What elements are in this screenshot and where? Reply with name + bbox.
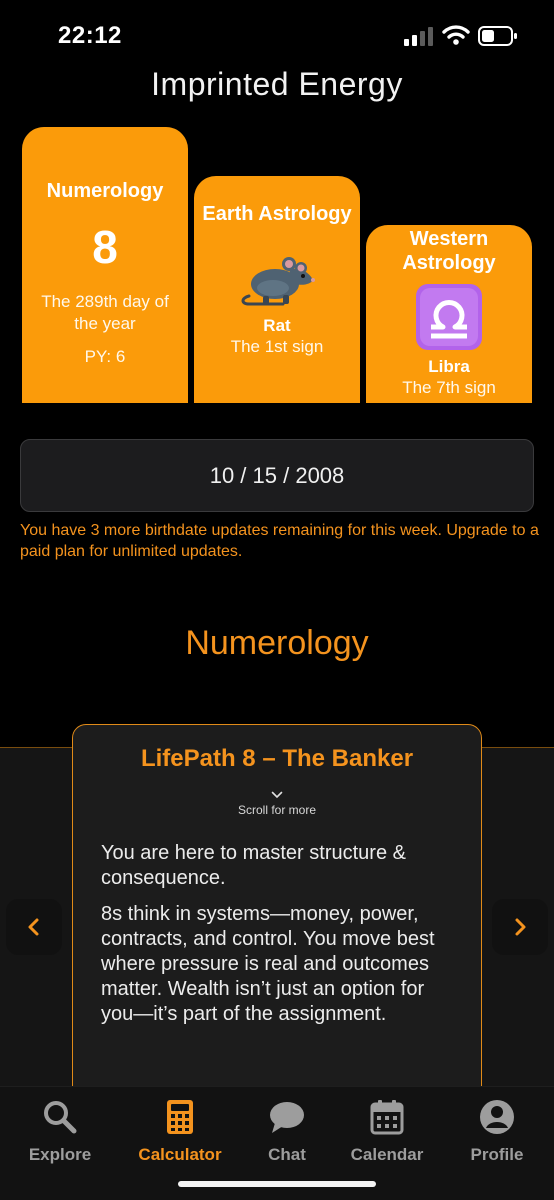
profile-icon [480,1100,514,1134]
numerology-number: 8 [92,221,118,273]
chat-icon [270,1102,304,1133]
western-astrology-title: Western Astrology [402,228,496,274]
numerology-card[interactable]: Numerology 8 The 289th day of the year P… [22,127,188,403]
chevron-down-icon [271,791,283,799]
tab-calculator[interactable]: Calculator [125,1099,235,1165]
personal-year-text: PY: 6 [84,347,126,366]
tab-label: Calculator [138,1145,222,1164]
numerology-section-title: Numerology [185,624,369,662]
tab-label: Profile [470,1145,524,1164]
cellular-signal-icon [404,27,433,46]
tab-profile[interactable]: Profile [442,1099,552,1165]
lifepath-paragraph: 8s think in systems—money, power, contra… [101,903,435,1025]
rat-icon [241,257,315,306]
calendar-icon [370,1100,404,1135]
lifepath-title: LifePath 8 – The Banker [140,745,414,772]
western-sign-position: The 7th sign [402,378,496,397]
tab-label: Chat [268,1145,306,1164]
update-limit-notice: You have 3 more birthdate updates remain… [20,522,539,560]
earth-astrology-title: Earth Astrology [202,203,352,225]
status-time: 22:12 [58,22,122,49]
scroll-hint: Scroll for more [237,803,317,817]
chevron-left-icon [28,918,39,936]
tab-label: Explore [28,1145,92,1164]
libra-icon [416,284,482,350]
next-button[interactable] [492,899,548,955]
numerology-card-title: Numerology [46,180,164,202]
tab-label: Calendar [350,1145,424,1164]
western-sign-name: Libra [428,357,470,376]
search-icon [44,1101,77,1134]
lifepath-description[interactable]: You are here to master structure & conse… [73,841,481,1027]
earth-sign-name: Rat [263,316,291,335]
wifi-icon [442,25,470,45]
previous-button[interactable] [6,899,62,955]
tab-chat[interactable]: Chat [232,1099,342,1165]
lifepath-paragraph: You are here to master structure & conse… [101,842,406,889]
earth-sign-position: The 1st sign [230,337,324,356]
calculator-icon [167,1100,193,1134]
battery-icon [478,26,517,46]
day-of-year-text: The 289th day of the year [41,292,169,333]
lifepath-card[interactable]: LifePath 8 – The Banker Scroll for more … [72,724,482,1104]
chevron-right-icon [515,918,526,936]
birthdate-input[interactable]: 10 / 15 / 2008 [20,439,534,512]
tab-calendar[interactable]: Calendar [332,1099,442,1165]
earth-astrology-card[interactable]: Earth Astrology Rat The 1st sign [194,176,360,403]
tab-explore[interactable]: Explore [5,1099,115,1165]
western-astrology-card[interactable]: Western Astrology Libra The 7th sign [366,225,532,403]
page-title: Imprinted Energy [151,66,403,102]
home-indicator[interactable] [178,1181,376,1187]
status-bar: 22:12 [0,0,554,72]
